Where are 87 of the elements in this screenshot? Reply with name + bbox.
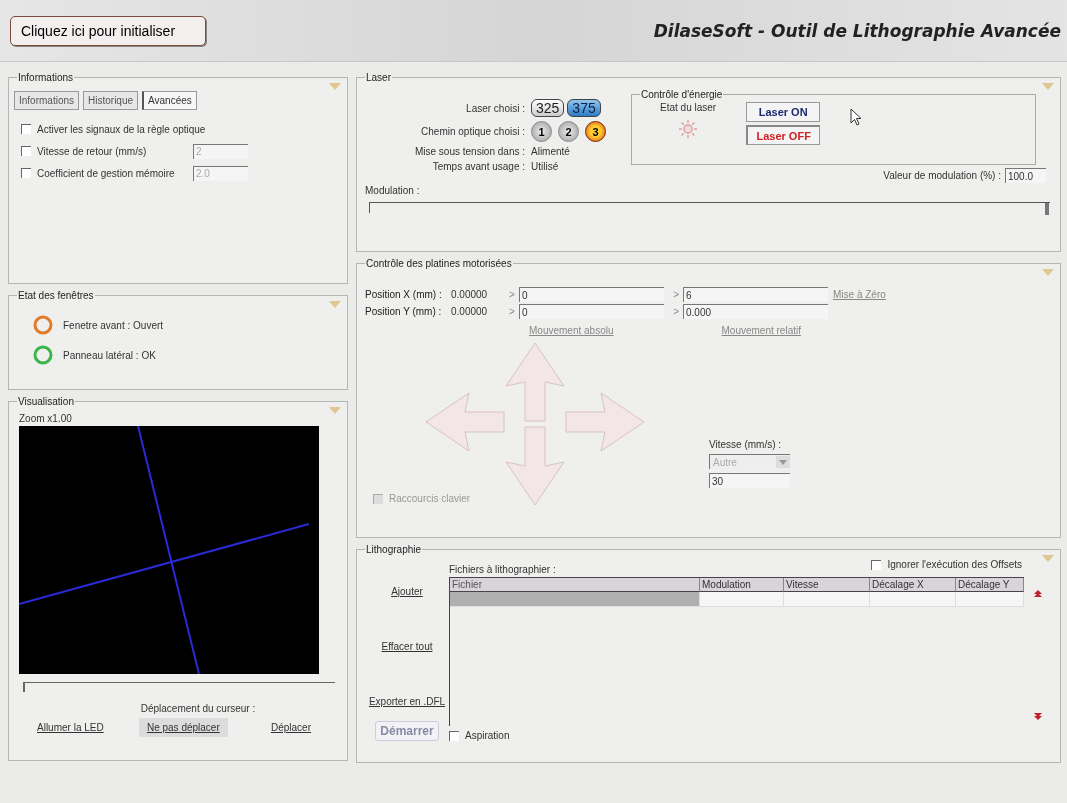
laser-off-button[interactable]: Laser OFF: [746, 125, 821, 145]
app-title: DilaseSoft - Outil de Lithographie Avancée: [653, 20, 1061, 41]
input-field[interactable]: 0: [519, 304, 664, 319]
position-reading: 0.00000: [451, 289, 489, 300]
position-reading: 0.00000: [451, 306, 489, 317]
caret-text: >: [509, 306, 516, 317]
panel-title: Lithographie: [365, 544, 423, 555]
move-up-icon: [1034, 590, 1042, 598]
status-text: Fenetre avant : Ouvert: [63, 319, 164, 331]
collapse-icon: [1042, 83, 1054, 90]
slider-track[interactable]: [23, 682, 335, 693]
slider-thumb[interactable]: [1045, 203, 1049, 215]
speed-label: Vitesse (mm/s) :: [709, 439, 783, 450]
down-arrow-icon: [505, 426, 565, 506]
status-text: Panneau latéral : OK: [63, 349, 156, 361]
field-label: Position X (mm) :: [365, 289, 443, 300]
checkbox-label: Ignorer l'exécution des Offsets: [887, 559, 1022, 570]
caret-text: >: [672, 306, 680, 317]
panel-title: Etat des fenêtres: [17, 290, 95, 301]
speed-field[interactable]: 30: [709, 473, 790, 488]
files-label: Fichiers à lithographier :: [449, 564, 556, 575]
sun-icon: [678, 119, 699, 139]
action-link[interactable]: Exporter en .DFL: [368, 696, 446, 707]
checkbox[interactable]: [21, 168, 31, 178]
panel-title: Contrôle d'énergie: [640, 89, 724, 100]
collapse-icon: [1042, 555, 1054, 562]
cursor-option[interactable]: Déplacer: [262, 718, 319, 737]
path-button[interactable]: 1: [531, 121, 552, 142]
option-label: Activer les signaux de la règle optique: [37, 123, 206, 135]
up-arrow-icon: [505, 342, 565, 422]
option-label: Vitesse de retour (mm/s): [37, 145, 148, 157]
caret-text: >: [672, 289, 680, 300]
mouse-pointer-icon: [850, 108, 863, 126]
column-header[interactable]: Vitesse: [784, 578, 870, 592]
field-label: Mise sous tension dans :: [413, 146, 525, 157]
action-link[interactable]: Ajouter: [391, 586, 423, 597]
right-arrow-icon: [565, 392, 645, 452]
zoom-label: Zoom x1.00: [19, 413, 73, 424]
path-button[interactable]: 2: [558, 121, 579, 142]
initialize-button[interactable]: Cliquez ici pour initialiser: [10, 15, 206, 46]
caret-text: >: [509, 289, 516, 300]
panel-title: Laser: [365, 72, 392, 83]
column-header[interactable]: Décalage X: [870, 578, 956, 592]
field-label: Laser choisi :: [465, 102, 525, 114]
column-header[interactable]: Décalage Y: [956, 578, 1024, 592]
collapse-icon: [329, 301, 341, 308]
cursor-option[interactable]: Ne pas déplacer: [138, 718, 228, 737]
field-label: Chemin optique choisi :: [420, 126, 525, 137]
cursor-label: Déplacement du curseur :: [139, 703, 257, 714]
laser-button[interactable]: 375: [567, 99, 601, 117]
column-header[interactable]: Fichier: [450, 578, 700, 592]
move-down-icon: [1034, 713, 1042, 721]
slider-label: Modulation :: [365, 185, 421, 196]
laser-on-button[interactable]: Laser ON: [746, 102, 821, 122]
panel-title: Informations: [17, 72, 75, 83]
column-header[interactable]: Modulation: [700, 578, 784, 592]
modulation-field[interactable]: 100.0: [1005, 168, 1046, 183]
checkbox-label: Aspiration: [465, 730, 510, 741]
option-label: Coefficient de gestion mémoire: [37, 167, 176, 179]
checkbox-label: Raccourcis clavier: [389, 493, 471, 504]
panel-title: Contrôle des platines motorisées: [365, 258, 513, 269]
input-field[interactable]: 6: [683, 287, 828, 302]
checkbox[interactable]: [21, 124, 31, 134]
checkbox[interactable]: [449, 730, 459, 741]
tab[interactable]: Historique: [83, 91, 139, 110]
field-label: Temps avant usage :: [431, 161, 525, 172]
slider-track[interactable]: [369, 202, 1050, 213]
panel-title: Visualisation: [17, 396, 75, 407]
input-field[interactable]: 0.000: [683, 304, 828, 319]
laser-state-label: Etat du laser: [660, 102, 717, 113]
action-link[interactable]: Effacer tout: [381, 641, 433, 652]
field-label: Valeur de modulation (%) :: [883, 170, 1001, 181]
path-button[interactable]: 3: [585, 121, 606, 142]
checkbox[interactable]: [21, 146, 31, 156]
collapse-icon: [1042, 269, 1054, 276]
input-field[interactable]: 0: [519, 287, 664, 302]
field-value: Alimenté: [531, 146, 571, 157]
led-link[interactable]: Allumer la LED: [37, 722, 104, 733]
tab[interactable]: Avancées: [142, 91, 197, 110]
checkbox[interactable]: [871, 559, 882, 570]
collapse-icon: [329, 83, 341, 90]
field-label: Position Y (mm) :: [365, 306, 443, 317]
left-arrow-icon: [425, 392, 505, 452]
tab[interactable]: Informations: [14, 91, 80, 110]
laser-button[interactable]: 325: [531, 99, 565, 117]
collapse-icon: [329, 407, 341, 414]
field-value: Utilisé: [531, 161, 560, 172]
